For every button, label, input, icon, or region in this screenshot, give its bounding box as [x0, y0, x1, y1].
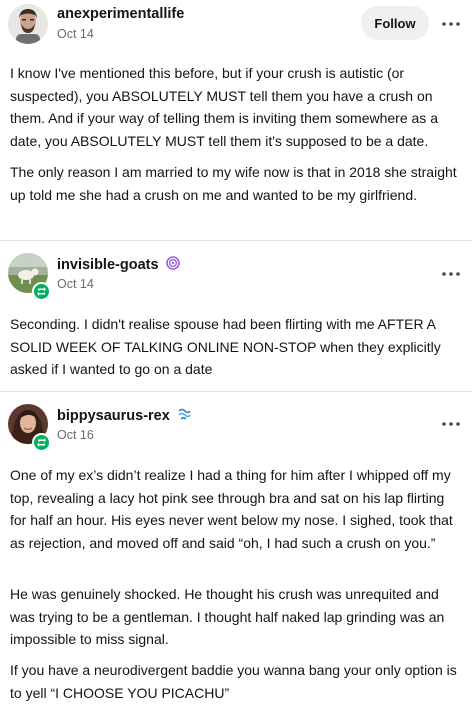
- blue-wave-badge-icon: [177, 407, 191, 425]
- post-paragraph: If you have a neurodivergent baddie you …: [10, 662, 457, 701]
- post-date[interactable]: Oct 16: [57, 428, 94, 442]
- more-options-icon[interactable]: [437, 265, 465, 283]
- post-anexperimentallife: anexperimentallife Oct 14 Follow I know …: [0, 0, 472, 241]
- post-paragraph: One of my ex’s didn’t realize I had a th…: [10, 467, 453, 551]
- username-text[interactable]: invisible-goats: [57, 257, 159, 273]
- more-options-icon[interactable]: [437, 415, 465, 433]
- post-bippysaurus-rex: bippysaurus-rex Oct 16 One of my ex’s di…: [0, 391, 472, 718]
- post-date[interactable]: Oct 14: [57, 277, 94, 291]
- post-paragraph: The only reason I am married to my wife …: [10, 164, 457, 203]
- post-paragraph: He was genuinely shocked. He thought his…: [10, 586, 445, 647]
- username-text[interactable]: bippysaurus-rex: [57, 408, 170, 424]
- avatar-portrait-icon: [8, 4, 48, 44]
- reblog-badge-icon: [32, 433, 51, 452]
- post-paragraph: I know I've mentioned this before, but i…: [10, 65, 438, 149]
- post-date[interactable]: Oct 14: [57, 27, 94, 41]
- post-invisible-goats: invisible-goats Oct 14 Seconding. I didn…: [0, 241, 472, 391]
- follow-button[interactable]: Follow: [361, 6, 429, 40]
- reblog-badge-icon: [32, 282, 51, 301]
- username[interactable]: bippysaurus-rex: [57, 407, 191, 425]
- more-options-icon[interactable]: [437, 15, 465, 33]
- purple-spiral-badge-icon: [165, 256, 180, 274]
- avatar[interactable]: [8, 4, 48, 44]
- post-paragraph: Seconding. I didn't realise spouse had b…: [10, 316, 441, 377]
- username[interactable]: anexperimentallife: [57, 6, 184, 22]
- username[interactable]: invisible-goats: [57, 256, 180, 274]
